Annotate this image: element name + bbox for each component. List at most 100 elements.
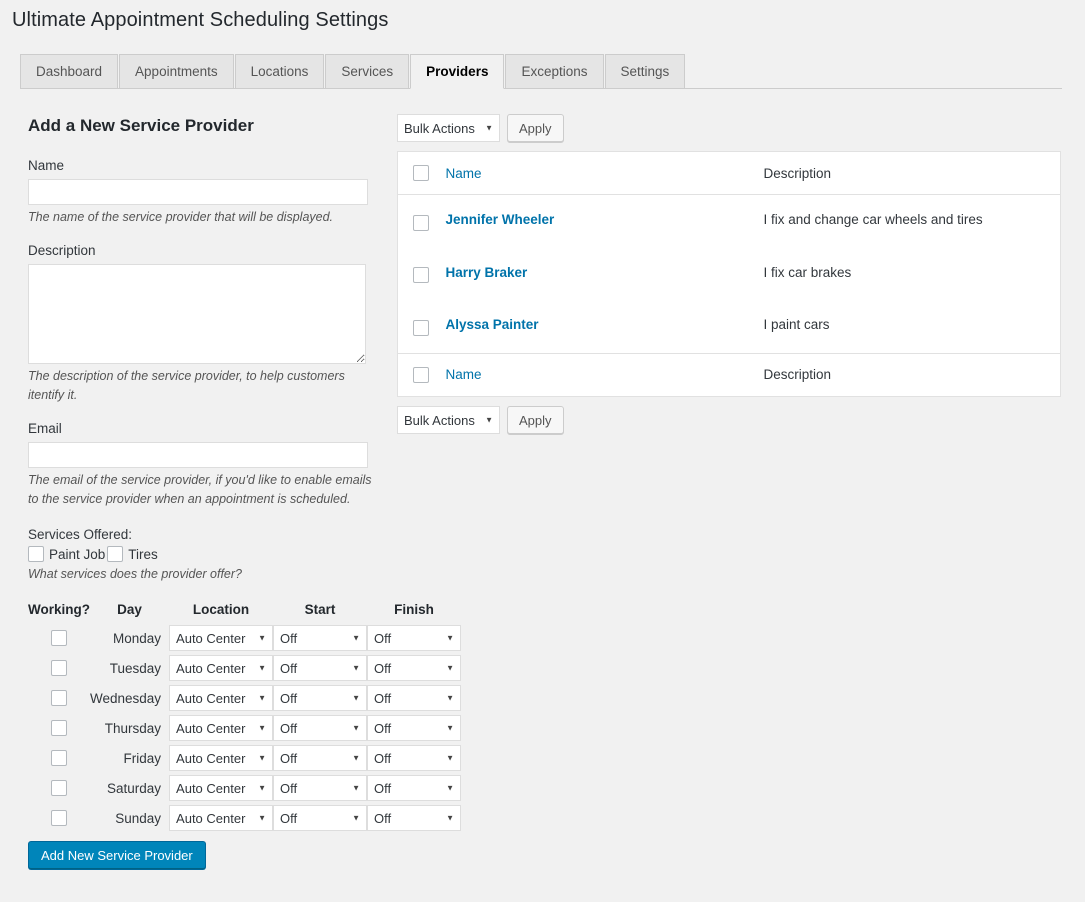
start-cell: Off	[273, 743, 368, 773]
location-cell: Auto Center	[169, 773, 274, 803]
select-all-checkbox-top[interactable]	[413, 165, 429, 182]
finish-cell: Off	[367, 713, 462, 743]
services-offered-options: Paint Job Tires	[28, 546, 380, 562]
finish-select-sunday-wrap: Off	[367, 805, 462, 831]
tablenav-top: Bulk Actions Apply	[397, 114, 1061, 142]
column-header-name-bottom[interactable]: Name	[435, 352, 754, 397]
finish-select-monday[interactable]: Off	[367, 625, 462, 651]
start-select-thursday-wrap: Off	[273, 715, 368, 741]
column-header-name-top[interactable]: Name	[435, 151, 754, 196]
provider-name-link[interactable]: Harry Braker	[446, 265, 528, 280]
start-select-tuesday[interactable]: Off	[273, 655, 368, 681]
start-select-monday[interactable]: Off	[273, 625, 368, 651]
finish-select-tuesday[interactable]: Off	[367, 655, 462, 681]
column-label-description-bottom: Description	[763, 367, 832, 383]
providers-list-panel: Bulk Actions Apply Name Description	[397, 114, 1061, 443]
provider-name-cell: Alyssa Painter	[435, 300, 754, 354]
start-cell: Off	[273, 683, 368, 713]
select-all-checkbox-bottom[interactable]	[413, 367, 429, 384]
name-label: Name	[28, 158, 65, 173]
finish-select-wednesday[interactable]: Off	[367, 685, 462, 711]
working-checkbox-saturday[interactable]	[51, 779, 67, 796]
finish-cell: Off	[367, 773, 462, 803]
apply-button-top[interactable]: Apply	[507, 114, 564, 142]
page-root: Ultimate Appointment Scheduling Settings…	[0, 0, 1085, 902]
location-select-thursday[interactable]: Auto Center	[169, 715, 274, 741]
location-cell: Auto Center	[169, 803, 274, 833]
tab-settings[interactable]: Settings	[604, 54, 686, 88]
bulk-actions-select-top[interactable]: Bulk Actions	[397, 114, 500, 142]
start-select-friday[interactable]: Off	[273, 745, 368, 771]
location-select-thursday-wrap: Auto Center	[169, 715, 274, 741]
sort-by-name-link-bottom[interactable]: Name	[446, 367, 482, 382]
row-checkbox[interactable]	[413, 267, 429, 284]
start-select-thursday[interactable]: Off	[273, 715, 368, 741]
working-cell	[28, 683, 90, 713]
location-select-monday[interactable]: Auto Center	[169, 625, 274, 651]
working-checkbox-thursday[interactable]	[51, 719, 67, 736]
form-title: Add a New Service Provider	[28, 116, 254, 135]
schedule-row: TuesdayAuto CenterOffOff	[28, 653, 462, 683]
finish-select-monday-wrap: Off	[367, 625, 462, 651]
tab-locations[interactable]: Locations	[234, 54, 325, 88]
finish-select-sunday[interactable]: Off	[367, 805, 462, 831]
tab-dashboard[interactable]: Dashboard	[20, 54, 119, 88]
tab-appointments[interactable]: Appointments	[119, 54, 234, 88]
finish-select-saturday[interactable]: Off	[367, 775, 462, 801]
table-row: Jennifer Wheeler I fix and change car whe…	[397, 194, 1061, 248]
row-select-cell	[397, 300, 436, 354]
service-checkbox-tires[interactable]	[107, 546, 124, 562]
location-select-wednesday-wrap: Auto Center	[169, 685, 274, 711]
working-checkbox-friday[interactable]	[51, 749, 67, 766]
location-select-saturday-wrap: Auto Center	[169, 775, 274, 801]
sort-by-name-link-top[interactable]: Name	[446, 166, 482, 181]
name-input[interactable]	[28, 179, 368, 205]
working-checkbox-wednesday[interactable]	[51, 689, 67, 706]
finish-select-friday[interactable]: Off	[367, 745, 462, 771]
row-checkbox[interactable]	[413, 214, 429, 231]
schedule-row: ThursdayAuto CenterOffOff	[28, 713, 462, 743]
provider-description-cell: I fix and change car wheels and tires	[753, 194, 1061, 248]
working-cell	[28, 623, 90, 653]
provider-description-text: I fix and change car wheels and tires	[763, 212, 983, 228]
start-select-sunday[interactable]: Off	[273, 805, 368, 831]
location-cell: Auto Center	[169, 653, 274, 683]
column-label-description-top: Description	[763, 165, 832, 181]
location-select-tuesday[interactable]: Auto Center	[169, 655, 274, 681]
add-new-service-provider-button[interactable]: Add New Service Provider	[28, 841, 206, 869]
tablenav-bottom: Bulk Actions Apply	[397, 406, 1061, 435]
start-cell: Off	[273, 623, 368, 653]
row-checkbox[interactable]	[413, 319, 429, 336]
location-select-saturday[interactable]: Auto Center	[169, 775, 274, 801]
working-checkbox-tuesday[interactable]	[51, 659, 67, 676]
provider-name-link[interactable]: Alyssa Painter	[446, 317, 539, 332]
bulk-actions-select-bottom[interactable]: Bulk Actions	[397, 406, 500, 435]
finish-select-saturday-wrap: Off	[367, 775, 462, 801]
location-select-friday[interactable]: Auto Center	[169, 745, 274, 771]
header-day: Day	[117, 602, 142, 617]
schedule-row: SaturdayAuto CenterOffOff	[28, 773, 462, 803]
finish-select-wednesday-wrap: Off	[367, 685, 462, 711]
location-select-sunday[interactable]: Auto Center	[169, 805, 274, 831]
finish-select-thursday[interactable]: Off	[367, 715, 462, 741]
start-select-saturday[interactable]: Off	[273, 775, 368, 801]
working-checkbox-monday[interactable]	[51, 629, 67, 646]
location-cell: Auto Center	[169, 683, 274, 713]
email-input[interactable]	[28, 442, 368, 468]
start-cell: Off	[273, 713, 368, 743]
provider-name-link[interactable]: Jennifer Wheeler	[446, 212, 555, 227]
tab-providers[interactable]: Providers	[410, 54, 505, 89]
description-textarea[interactable]	[28, 264, 366, 364]
email-label: Email	[28, 421, 62, 436]
apply-button-bottom[interactable]: Apply	[507, 406, 564, 435]
finish-select-thursday-wrap: Off	[367, 715, 462, 741]
header-finish: Finish	[394, 602, 434, 617]
tab-exceptions[interactable]: Exceptions	[505, 54, 604, 88]
providers-table-footer-row: Name Description	[397, 352, 1061, 397]
service-checkbox-paint-job[interactable]	[28, 546, 44, 562]
tab-services[interactable]: Services	[325, 54, 410, 88]
working-checkbox-sunday[interactable]	[51, 809, 67, 826]
start-select-wednesday[interactable]: Off	[273, 685, 368, 711]
start-select-wednesday-wrap: Off	[273, 685, 368, 711]
location-select-wednesday[interactable]: Auto Center	[169, 685, 274, 711]
